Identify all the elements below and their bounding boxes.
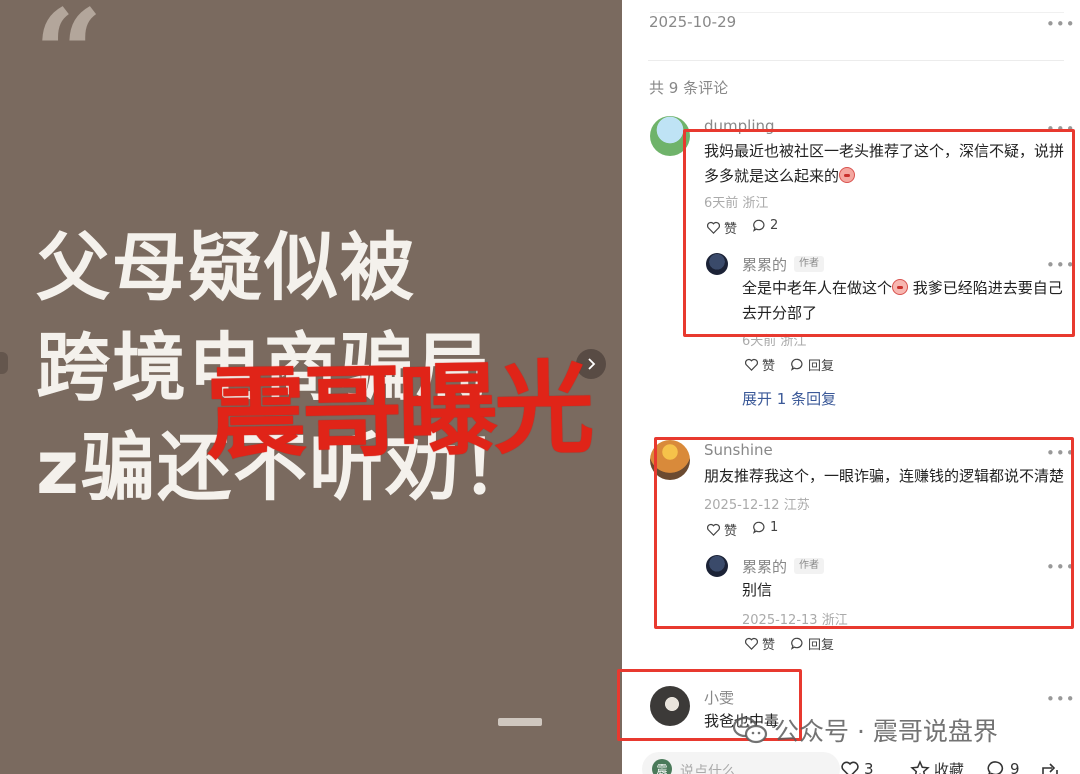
comment-meta: 2025-12-12 江苏: [704, 494, 810, 513]
reply-count: 2: [770, 218, 779, 233]
comment-author[interactable]: dumpling: [704, 117, 775, 135]
post-date: 2025-10-29: [649, 13, 737, 31]
favorite-button[interactable]: 收藏: [910, 759, 964, 774]
reply-button[interactable]: 回复: [790, 355, 834, 374]
star-icon: [910, 759, 930, 774]
comment-text-body: 我妈最近也被社区一老头推荐了这个，深信不疑，说拼多多就是这么起来的: [704, 142, 1065, 185]
watermark-stamp: 震哥曝光: [204, 349, 591, 474]
comment-time: 2025-12-12: [704, 498, 780, 513]
watermark: 公众号 · 震哥说盘界: [732, 712, 998, 748]
more-dots-icon[interactable]: •••: [1046, 17, 1076, 32]
like-button[interactable]: 赞: [706, 520, 737, 539]
more-dots-icon[interactable]: •••: [1046, 560, 1076, 575]
avatar[interactable]: [650, 116, 690, 156]
avatar: 震: [652, 759, 672, 774]
reply-count: 1: [770, 520, 779, 535]
expand-replies-link[interactable]: 展开 1 条回复: [742, 388, 836, 409]
quote-mark: “: [34, 0, 104, 124]
avatar[interactable]: [706, 555, 728, 577]
comment-count: 9: [1010, 760, 1020, 774]
comment-author[interactable]: Sunshine: [704, 441, 773, 459]
reply-button[interactable]: 回复: [790, 634, 834, 653]
avatar[interactable]: [650, 686, 690, 726]
author-badge: 作者: [794, 558, 824, 574]
like-label: 赞: [724, 524, 738, 539]
reply-meta: 2025-12-13 浙江: [742, 609, 848, 628]
like-button[interactable]: 赞: [706, 218, 737, 237]
comment-bubble-icon: [752, 521, 765, 534]
more-dots-icon[interactable]: •••: [1046, 122, 1076, 137]
reply-meta: 6天前 浙江: [742, 330, 806, 349]
reply-author[interactable]: 累累的: [742, 556, 787, 577]
comment-location: 江苏: [783, 498, 810, 513]
heart-icon: [707, 221, 720, 234]
comments-panel: 2025-10-29 ••• 共 9 条评论 dumpling ••• 我妈最近…: [622, 0, 1080, 774]
reply-text: 全是中老年人在做这个 我爹已经陷进去要自己去开分部了: [742, 276, 1068, 326]
like-label: 赞: [762, 359, 776, 374]
comment-bubble-icon: [987, 761, 1004, 774]
like-button[interactable]: 3: [840, 759, 874, 774]
reply-text-body: 全是中老年人在做这个: [742, 279, 893, 297]
comment-location: 浙江: [742, 196, 769, 211]
comment-bubble-icon: [790, 358, 803, 371]
image-pager-indicator: [498, 718, 542, 726]
avatar[interactable]: [706, 253, 728, 275]
more-dots-icon[interactable]: •••: [1046, 692, 1076, 707]
heart-icon: [745, 358, 758, 371]
heart-icon: [841, 761, 859, 774]
comment-text: 朋友推荐我这个，一眼诈骗，连赚钱的逻辑都说不清楚: [704, 467, 1065, 485]
comment-button[interactable]: 9: [986, 759, 1020, 774]
like-label: 赞: [762, 638, 776, 653]
reply-text: 别信: [742, 581, 773, 599]
reply-count-button[interactable]: 2: [752, 218, 778, 233]
comment-bubble-icon: [790, 637, 803, 650]
headline-line-1: 父母疑似被: [36, 225, 416, 311]
like-count: 3: [864, 760, 874, 774]
emoji-icon: [892, 279, 909, 295]
reply-label: 回复: [808, 359, 835, 374]
share-button[interactable]: [1040, 759, 1060, 774]
reply-count-button[interactable]: 1: [752, 520, 778, 535]
comment-bubble-icon: [752, 219, 765, 232]
bottom-action-bar: 震 说点什么... 3 收藏 9: [622, 748, 1080, 774]
comment-time: 6天前: [704, 196, 739, 211]
like-button[interactable]: 赞: [744, 355, 775, 374]
comment-author[interactable]: 小雯: [704, 687, 734, 708]
author-badge: 作者: [794, 256, 824, 272]
reply-time: 2025-12-13: [742, 613, 818, 628]
comment-meta: 6天前 浙江: [704, 192, 768, 211]
comment-text: 我妈最近也被社区一老头推荐了这个，深信不疑，说拼多多就是这么起来的: [704, 139, 1064, 189]
more-dots-icon[interactable]: •••: [1046, 446, 1076, 461]
comment-input-placeholder[interactable]: 说点什么...: [680, 761, 749, 774]
like-label: 赞: [724, 222, 738, 237]
wechat-icon: [732, 716, 768, 744]
post-image[interactable]: “ 父母疑似被 跨境电商骗局 z骗还不听劝！ 震哥曝光: [0, 0, 622, 774]
reply-time: 6天前: [742, 334, 777, 349]
reply-location: 浙江: [821, 613, 848, 628]
share-icon: [1042, 763, 1058, 774]
heart-icon: [745, 637, 758, 650]
reply-label: 回复: [808, 638, 835, 653]
avatar[interactable]: [650, 440, 690, 480]
like-button[interactable]: 赞: [744, 634, 775, 653]
favorite-label: 收藏: [934, 761, 965, 774]
emoji-icon: [839, 167, 856, 183]
comment-count-label: 共 9 条评论: [649, 79, 729, 97]
heart-icon: [707, 523, 720, 536]
more-dots-icon[interactable]: •••: [1046, 258, 1076, 273]
prev-image-button[interactable]: [0, 352, 8, 374]
watermark-text: 公众号 · 震哥说盘界: [774, 717, 998, 746]
reply-location: 浙江: [780, 334, 807, 349]
divider: [648, 60, 1064, 61]
reply-author[interactable]: 累累的: [742, 254, 787, 275]
